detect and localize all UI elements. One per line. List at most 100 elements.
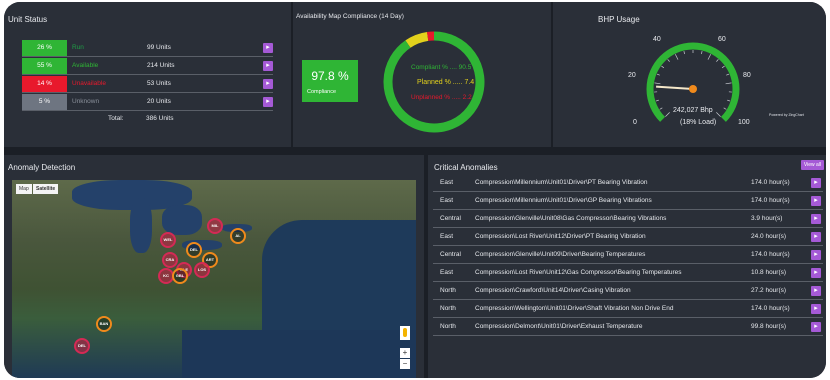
expand-icon[interactable]: ▸ — [811, 304, 821, 314]
anomaly-marker[interactable]: BAN — [96, 316, 112, 332]
lake-michigan — [130, 198, 152, 253]
donut-planned-arc — [405, 31, 429, 48]
expand-icon[interactable]: ▸ — [811, 214, 821, 224]
critical-hours: 10.8 hour(s) — [751, 269, 787, 276]
anomaly-map[interactable]: Map Satellite MIL WEL AL DEL CRA ART BLE LOS KC G… — [12, 180, 416, 378]
critical-row: North Compression\Wellington\Unit01\Driv… — [433, 300, 823, 318]
critical-region: Central — [440, 215, 461, 222]
critical-path: Compression\Millennium\Unit01\Driver\PT … — [475, 179, 648, 186]
critical-hours: 99.8 hour(s) — [751, 323, 787, 330]
anomaly-marker[interactable]: DEL — [186, 242, 202, 258]
anomaly-marker[interactable]: LOS — [194, 262, 210, 278]
total-label: Total: — [108, 115, 124, 122]
status-count: 99 Units — [147, 44, 171, 51]
unit-status-panel: Unit Status 26 % Run 99 Units ▸ 55 % Avai… — [4, 2, 291, 147]
map-tab[interactable]: Map — [16, 184, 32, 194]
critical-row: North Compression\Crawford\Unit14\Driver… — [433, 282, 823, 300]
expand-icon[interactable]: ▸ — [811, 286, 821, 296]
street-view-pegman[interactable] — [400, 326, 410, 340]
lake-huron — [162, 205, 202, 235]
status-percent: 26 % — [22, 40, 67, 56]
gauge-tick — [723, 107, 727, 110]
expand-icon[interactable]: ▸ — [811, 250, 821, 260]
unit-status-row: 26 % Run 99 Units ▸ — [22, 39, 273, 57]
critical-row: East Compression\Lost River\Unit12\Drive… — [433, 228, 823, 246]
powered-by[interactable]: Powered by ZingChart — [769, 113, 804, 117]
gauge-tick — [707, 54, 712, 60]
critical-title: Critical Anomalies — [434, 163, 498, 172]
total-value: 386 Units — [146, 115, 174, 122]
anomaly-title: Anomaly Detection — [8, 163, 76, 172]
critical-hours: 174.0 hour(s) — [751, 179, 790, 186]
critical-row: Central Compression\Glenville\Unit09\Dri… — [433, 246, 823, 264]
gauge-tick — [721, 65, 725, 69]
bhp-load: (18% Load) — [680, 119, 717, 126]
gauge-tick — [656, 73, 660, 76]
critical-region: North — [440, 305, 456, 312]
gauge-tick — [654, 82, 661, 85]
expand-icon[interactable]: ▸ — [811, 268, 821, 278]
anomaly-marker[interactable]: GBL — [172, 268, 188, 284]
gauge-tick — [665, 112, 670, 117]
gauge-tick-60: 60 — [718, 36, 726, 43]
critical-region: Central — [440, 251, 461, 258]
critical-path: Compression\Millennium\Unit01\Driver\GP … — [475, 197, 652, 204]
critical-region: North — [440, 323, 456, 330]
gauge-tick-40: 40 — [653, 36, 661, 43]
gauge-tick — [655, 99, 659, 102]
anomaly-marker[interactable]: CRA — [162, 252, 178, 268]
critical-region: East — [440, 233, 454, 240]
gauge-tick — [701, 50, 703, 55]
critical-path: Compression\Glenville\Unit09\Driver\Bear… — [475, 251, 646, 258]
compliant-text: Compliant % .... 90.5 — [411, 64, 472, 71]
unit-status-title: Unit Status — [8, 15, 48, 24]
critical-region: East — [440, 179, 454, 186]
gauge-tick-80: 80 — [743, 72, 751, 79]
critical-row: North Compression\Delmont\Unit01\Driver\… — [433, 318, 823, 336]
gauge-tick — [725, 82, 732, 85]
gauge-tick-20: 20 — [628, 72, 636, 79]
expand-icon[interactable]: ▸ — [263, 97, 273, 107]
critical-panel: Critical Anomalies View all East Compres… — [428, 155, 826, 378]
zoom-in-button[interactable]: + — [400, 348, 410, 358]
anomaly-marker[interactable]: AL — [230, 228, 246, 244]
gulf-of-mexico — [182, 330, 416, 378]
expand-icon[interactable]: ▸ — [263, 43, 273, 53]
anomaly-marker[interactable]: MIL — [207, 218, 223, 234]
bhp-panel: BHP Usage 40 60 20 80 0 100 242,027 Bhp … — [553, 2, 826, 147]
expand-icon[interactable]: ▸ — [811, 178, 821, 188]
unit-status-table: 26 % Run 99 Units ▸ 55 % Available 214 Un… — [22, 39, 273, 111]
expand-icon[interactable]: ▸ — [811, 232, 821, 242]
critical-row: East Compression\Millennium\Unit01\Drive… — [433, 174, 823, 192]
anomaly-marker[interactable]: WEL — [160, 232, 176, 248]
gauge-tick — [716, 112, 721, 117]
gauge-tick-100: 100 — [738, 119, 750, 126]
expand-icon[interactable]: ▸ — [263, 61, 273, 71]
status-count: 53 Units — [147, 80, 171, 87]
satellite-tab[interactable]: Satellite — [33, 184, 59, 194]
expand-icon[interactable]: ▸ — [811, 196, 821, 206]
status-percent: 14 % — [22, 76, 67, 92]
gauge-tick — [674, 54, 679, 60]
dashboard: Unit Status 26 % Run 99 Units ▸ 55 % Avai… — [4, 2, 826, 378]
critical-row: East Compression\Lost River\Unit12\Gas C… — [433, 264, 823, 282]
critical-hours: 174.0 hour(s) — [751, 305, 790, 312]
critical-region: East — [440, 269, 454, 276]
status-count: 20 Units — [147, 98, 171, 105]
critical-region: East — [440, 197, 454, 204]
zoom-out-button[interactable]: − — [400, 359, 410, 369]
gauge-tick — [667, 59, 670, 62]
unplanned-text: Unplanned % ..... 2.2 — [411, 94, 472, 101]
availability-panel: Availability Map Compliance (14 Day) 97.… — [293, 2, 551, 147]
unit-status-row: 5 % Unknown 20 Units ▸ — [22, 93, 273, 111]
anomaly-marker[interactable]: DEL — [74, 338, 90, 354]
gauge-hub — [689, 85, 697, 93]
status-count: 214 Units — [147, 62, 175, 69]
status-percent: 5 % — [22, 94, 67, 110]
status-label: Unavailable — [72, 80, 106, 87]
gauge-tick — [659, 107, 663, 110]
expand-icon[interactable]: ▸ — [811, 322, 821, 332]
status-label: Available — [72, 62, 99, 69]
expand-icon[interactable]: ▸ — [263, 79, 273, 89]
view-all-button[interactable]: View all — [800, 160, 824, 170]
